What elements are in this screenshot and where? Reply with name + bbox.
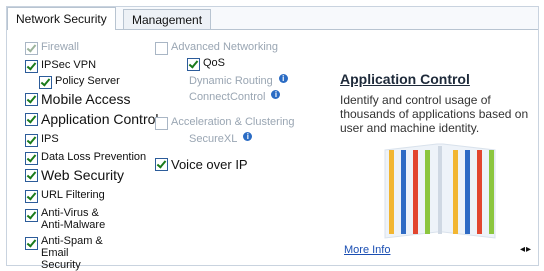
book-stripe [425,150,430,234]
tab-management[interactable]: Management [123,9,212,30]
checkbox-box[interactable] [25,152,38,165]
acceleration-clustering-label: Acceleration & Clustering [171,116,295,128]
checkbox-box[interactable] [25,93,38,106]
checkbox-box[interactable] [25,169,38,182]
checkbox-blade-1[interactable]: IPSec VPN [25,58,96,73]
book-stripe [389,150,394,234]
blade-label: Firewall [41,41,79,53]
tab-network-security[interactable]: Network Security [7,7,116,30]
checkbox-blade-2[interactable]: Policy Server [39,74,120,89]
book-spine [438,146,442,234]
checkbox-qos[interactable]: QoS [187,56,225,71]
blade-label: Mobile Access [41,91,131,107]
checkbox-blade-9[interactable]: Anti-Virus & Anti-Malware [25,207,111,231]
info-icon[interactable]: i [243,132,253,141]
checkbox-blade-5[interactable]: IPS [25,132,59,147]
dynamic-routing-row: Dynamic Routing i [189,74,288,89]
checkbox-voice-over-ip[interactable]: Voice over IP [155,156,248,173]
qos-label: QoS [203,57,226,69]
checkbox-box[interactable] [187,58,200,71]
checkbox-blade-6[interactable]: Data Loss Prevention [25,150,146,165]
checkbox-box[interactable] [155,117,168,130]
checkbox-blade-7[interactable]: Web Security [25,167,124,184]
checkbox-advanced-networking[interactable]: Advanced Networking [155,40,278,55]
checkbox-box[interactable] [25,60,38,73]
checkbox-box[interactable] [25,209,38,222]
blade-label: IPS [41,133,59,145]
checkbox-box[interactable] [25,134,38,147]
book-stripe [465,150,470,234]
blade-selector-window: Network Security Management Firewall IPSe… [6,6,539,271]
blade-label: Anti-Spam & Email Security [41,235,103,271]
connect-control-row: ConnectControl i [189,90,281,105]
checkbox-blade-0[interactable]: Firewall [25,40,79,55]
checkbox-box[interactable] [25,42,38,55]
advanced-networking-label: Advanced Networking [171,41,279,53]
securexl-label: SecureXL [189,133,238,145]
more-info-link[interactable]: More Info [344,244,390,256]
securexl-row: SecureXL i [189,132,253,147]
book-stripe [477,150,482,234]
book-stripe [413,150,418,234]
blade-title: Application Control [340,71,470,87]
checkbox-blade-10[interactable]: Anti-Spam & Email Security [25,235,111,271]
connect-control-label: ConnectControl [189,91,266,103]
blade-label: Data Loss Prevention [41,151,147,163]
checkbox-box[interactable] [39,76,52,89]
blade-description: Identify and control usage of thousands … [340,93,529,135]
voice-over-ip-label: Voice over IP [171,157,248,172]
prev-next-arrows-icon[interactable]: ◂▸ [520,244,532,255]
book-illustration-icon [384,143,496,239]
blade-label: Anti-Virus & Anti-Malware [41,207,106,231]
checkbox-box[interactable] [25,237,38,250]
book-stripe [401,150,406,234]
blade-label: IPSec VPN [41,59,97,71]
info-icon[interactable]: i [278,74,288,83]
book-stripe [489,150,494,234]
info-icon[interactable]: i [271,90,281,99]
checkbox-box[interactable] [25,113,38,126]
checkbox-box[interactable] [155,158,168,171]
tab-bar: Network Security Management [7,7,538,30]
book-stripe [453,150,458,234]
checkbox-blade-4[interactable]: Application Control [25,111,159,128]
dynamic-routing-label: Dynamic Routing [189,75,273,87]
blade-label: Web Security [41,167,124,183]
blade-label: URL Filtering [41,189,105,201]
blade-label: Policy Server [55,75,120,87]
checkbox-blade-8[interactable]: URL Filtering [25,188,105,203]
blade-label: Application Control [41,111,159,127]
checkbox-acceleration-clustering[interactable]: Acceleration & Clustering [155,115,295,130]
checkbox-box[interactable] [155,42,168,55]
checkbox-box[interactable] [25,190,38,203]
checkbox-blade-3[interactable]: Mobile Access [25,91,130,108]
